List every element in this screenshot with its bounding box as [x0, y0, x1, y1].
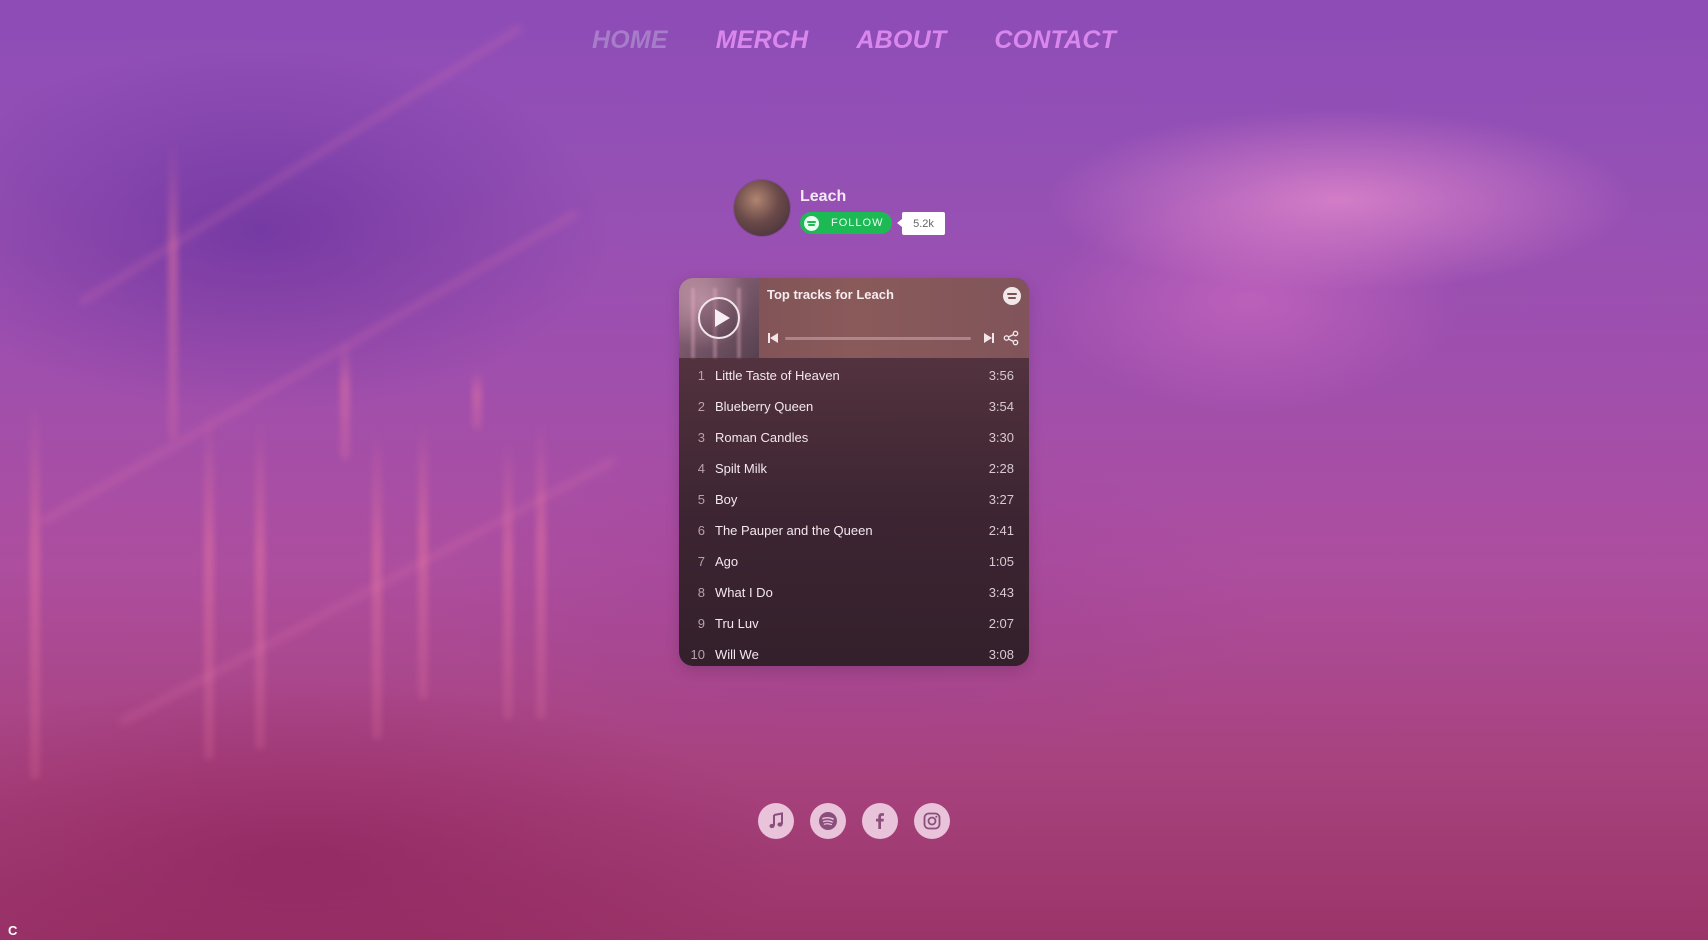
- next-track-icon[interactable]: [983, 332, 995, 344]
- artist-follow-widget: Leach FOLLOW 5.2k: [734, 180, 994, 236]
- spotify-icon: [804, 215, 819, 231]
- track-duration: 3:08: [988, 647, 1014, 662]
- track-duration: 2:28: [988, 461, 1014, 476]
- track-duration: 2:07: [988, 616, 1014, 631]
- nav-contact[interactable]: CONTACT: [994, 26, 1116, 55]
- track-duration: 3:54: [988, 399, 1014, 414]
- track-title: Blueberry Queen: [715, 399, 814, 414]
- track-number: 1: [697, 368, 705, 383]
- track-title: The Pauper and the Queen: [715, 523, 873, 538]
- follower-count: 5.2k: [897, 212, 945, 235]
- track-row[interactable]: 5 Boy 3:27: [679, 484, 1029, 515]
- track-row[interactable]: 1 Little Taste of Heaven 3:56: [679, 360, 1029, 391]
- track-number: 2: [697, 399, 705, 414]
- social-links: [758, 803, 950, 839]
- share-icon[interactable]: [1003, 330, 1019, 346]
- music-note-icon[interactable]: [758, 803, 794, 839]
- track-number: 7: [697, 554, 705, 569]
- main-nav: HOME MERCH ABOUT CONTACT: [0, 26, 1708, 55]
- track-row[interactable]: 10 Will We 3:08: [679, 639, 1029, 666]
- previous-track-icon[interactable]: [767, 332, 779, 344]
- track-title: What I Do: [715, 585, 773, 600]
- artist-name[interactable]: Leach: [800, 188, 846, 206]
- track-list: 1 Little Taste of Heaven 3:56 2 Blueberry Qu…: [679, 358, 1029, 666]
- nav-about[interactable]: ABOUT: [856, 26, 946, 55]
- track-title: Boy: [715, 492, 738, 507]
- track-duration: 3:43: [988, 585, 1014, 600]
- track-row[interactable]: 8 What I Do 3:43: [679, 577, 1029, 608]
- track-number: 10: [690, 647, 705, 662]
- track-title: Tru Luv: [715, 616, 759, 631]
- track-title: Will We: [715, 647, 759, 662]
- spotify-player: Top tracks for Leach 1 Little Taste of He…: [679, 278, 1029, 666]
- play-button[interactable]: [698, 297, 740, 339]
- follow-label: FOLLOW: [831, 217, 884, 229]
- nav-merch[interactable]: MERCH: [716, 26, 809, 55]
- track-title: Little Taste of Heaven: [715, 368, 840, 383]
- track-row[interactable]: 3 Roman Candles 3:30: [679, 422, 1029, 453]
- player-controls: [767, 330, 1021, 346]
- track-title: Ago: [715, 554, 739, 569]
- track-number: 3: [697, 430, 705, 445]
- track-number: 9: [697, 616, 705, 631]
- artist-avatar[interactable]: [734, 180, 790, 236]
- loading-icon: C: [8, 923, 18, 938]
- track-row[interactable]: 7 Ago 1:05: [679, 546, 1029, 577]
- instagram-icon[interactable]: [914, 803, 950, 839]
- track-row[interactable]: 4 Spilt Milk 2:28: [679, 453, 1029, 484]
- track-number: 6: [697, 523, 705, 538]
- track-row[interactable]: 9 Tru Luv 2:07: [679, 608, 1029, 639]
- track-number: 8: [697, 585, 705, 600]
- facebook-icon[interactable]: [862, 803, 898, 839]
- track-title: Spilt Milk: [715, 461, 768, 476]
- track-number: 4: [697, 461, 705, 476]
- player-title: Top tracks for Leach: [767, 287, 894, 302]
- track-duration: 3:30: [988, 430, 1014, 445]
- track-duration: 3:56: [988, 368, 1014, 383]
- spotify-logo-icon[interactable]: [1003, 287, 1021, 305]
- spotify-icon[interactable]: [810, 803, 846, 839]
- track-row[interactable]: 2 Blueberry Queen 3:54: [679, 391, 1029, 422]
- progress-bar[interactable]: [785, 337, 971, 340]
- track-duration: 1:05: [988, 554, 1014, 569]
- track-number: 5: [697, 492, 705, 507]
- follow-button[interactable]: FOLLOW: [800, 212, 892, 234]
- track-title: Roman Candles: [715, 430, 809, 445]
- track-duration: 2:41: [988, 523, 1014, 538]
- nav-home[interactable]: HOME: [592, 26, 668, 55]
- track-row[interactable]: 6 The Pauper and the Queen 2:41: [679, 515, 1029, 546]
- player-header: Top tracks for Leach: [679, 278, 1029, 358]
- track-duration: 3:27: [988, 492, 1014, 507]
